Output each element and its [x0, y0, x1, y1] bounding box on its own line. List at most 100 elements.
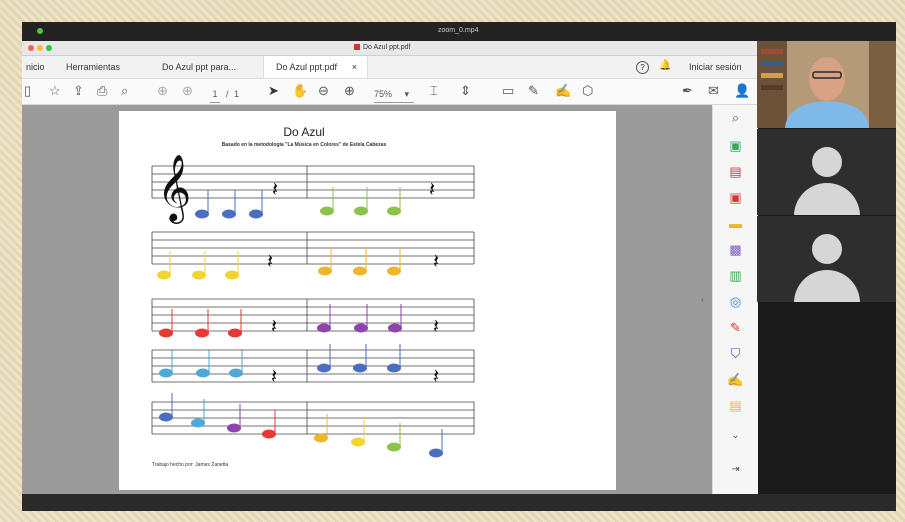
note-head: [317, 363, 331, 373]
select-arrow-icon[interactable]: ➤: [268, 83, 279, 99]
zoom-in-icon[interactable]: ⊕: [344, 83, 355, 99]
quarter-rest-icon: 𝄽: [429, 177, 435, 201]
page-number-input[interactable]: 1: [210, 86, 220, 103]
sign-icon[interactable]: ✒: [682, 83, 693, 99]
expand-chevron-icon[interactable]: ⌄: [713, 427, 758, 445]
chevron-down-icon: ▾: [404, 89, 410, 99]
note-head: [318, 266, 332, 276]
zoom-title: zoom_0.mp4: [438, 27, 479, 34]
comment-tool-icon[interactable]: ▬: [713, 215, 758, 233]
maximize-window-button[interactable]: [46, 45, 52, 51]
zoom-level-select[interactable]: 75% ▾: [374, 86, 414, 103]
window-title: Do Azul ppt.pdf: [354, 44, 410, 51]
help-icon[interactable]: ?: [636, 61, 649, 74]
page-total: 1: [234, 89, 240, 99]
tab-label: Do Azul ppt.pdf: [276, 62, 338, 72]
note-head: [159, 368, 173, 378]
note-head: [387, 363, 401, 373]
more-tools-icon[interactable]: ▤: [713, 397, 758, 415]
print-icon[interactable]: ⎙: [97, 83, 107, 99]
video-tile-participant-2[interactable]: [757, 216, 896, 302]
upload-icon[interactable]: ⇪: [73, 83, 84, 99]
note-head: [320, 206, 334, 216]
avatar-body: [794, 183, 860, 215]
quarter-rest-icon: 𝄽: [433, 314, 439, 338]
signature-icon[interactable]: ✍: [713, 371, 758, 389]
note-head: [354, 323, 368, 333]
page-icon[interactable]: ▯: [24, 83, 31, 99]
document-area[interactable]: Do Azul Basado en la metodología "La Mús…: [22, 105, 712, 494]
video-tile-presenter[interactable]: [757, 41, 896, 128]
page-separator: /: [226, 89, 229, 99]
note-head: [429, 448, 443, 458]
note-head: [195, 209, 209, 219]
document-footer: Trabajo hecho por: James Zanetta: [152, 462, 229, 468]
compress-icon[interactable]: ▥: [713, 267, 758, 285]
note-head: [195, 328, 209, 338]
avatar-icon: [812, 234, 842, 264]
panel-toggle-icon[interactable]: ‹: [701, 295, 704, 304]
quarter-rest-icon: 𝄽: [433, 249, 439, 273]
scroll-mode-icon[interactable]: ⇕: [460, 83, 471, 99]
search-icon[interactable]: ⌕: [121, 83, 128, 99]
note-head: [353, 363, 367, 373]
export-pdf-icon[interactable]: ▣: [713, 137, 758, 155]
zoom-frame: zoom_0.mp4 Do Azul ppt.pdf nicio Herrami…: [22, 22, 896, 511]
organize-pages-icon[interactable]: ▤: [713, 163, 758, 181]
note-head: [353, 266, 367, 276]
tab-herramientas[interactable]: Herramientas: [66, 56, 120, 78]
next-page-icon[interactable]: ⊕: [182, 83, 193, 99]
email-icon[interactable]: ✉: [708, 83, 719, 99]
highlight-pen-icon[interactable]: ✎: [528, 83, 539, 99]
hand-tool-icon[interactable]: ✋: [292, 83, 308, 99]
tab-do-azul-ppt-pdf[interactable]: Do Azul ppt.pdf ×: [263, 56, 368, 78]
prev-page-icon[interactable]: ⊕: [157, 83, 168, 99]
note-head: [225, 270, 239, 280]
tab-do-azul-ppt-para[interactable]: Do Azul ppt para...: [162, 56, 236, 78]
quarter-rest-icon: 𝄽: [271, 364, 277, 388]
close-window-button[interactable]: [28, 45, 34, 51]
signin-link[interactable]: Iniciar sesión: [689, 62, 742, 72]
edit-pdf-icon[interactable]: ✎: [713, 319, 758, 337]
presenter-video: [757, 41, 896, 128]
quarter-rest-icon: 𝄽: [433, 364, 439, 388]
zoom-bottom-bar: [22, 494, 896, 511]
note-head: [191, 418, 205, 428]
sheet-music: 𝄞 𝄽 𝄽 𝄽 𝄽 𝄽 𝄽 𝄽 𝄽: [151, 153, 475, 458]
note-head: [157, 270, 171, 280]
bell-icon[interactable]: 🔔: [659, 60, 671, 71]
close-tab-icon[interactable]: ×: [352, 56, 357, 78]
protect-icon[interactable]: ⛉: [713, 345, 758, 363]
note-head: [227, 423, 241, 433]
quarter-rest-icon: 𝄽: [271, 314, 277, 338]
note-head: [351, 437, 365, 447]
create-pdf-icon[interactable]: ▣: [713, 189, 758, 207]
avatar-body: [794, 270, 860, 302]
note-head: [159, 412, 173, 422]
draw-icon[interactable]: ✍: [555, 83, 571, 99]
minimize-window-button[interactable]: [37, 45, 43, 51]
note-head: [262, 429, 276, 439]
comment-icon[interactable]: ▭: [502, 83, 514, 99]
note-head: [317, 323, 331, 333]
note-head: [159, 328, 173, 338]
bookmark-star-icon[interactable]: ☆: [49, 83, 61, 99]
share-user-icon[interactable]: 👤: [734, 83, 750, 99]
record-indicator-icon: [37, 28, 43, 34]
zoom-out-icon[interactable]: ⊖: [318, 83, 329, 99]
avatar-icon: [812, 147, 842, 177]
note-head: [196, 368, 210, 378]
note-head: [249, 209, 263, 219]
scan-ocr-icon[interactable]: ◎: [713, 293, 758, 311]
note-head: [314, 433, 328, 443]
pdf-file-icon: [354, 44, 360, 50]
video-tile-participant-1[interactable]: [757, 129, 896, 215]
fill-sign-icon[interactable]: ▩: [713, 241, 758, 259]
note-head: [388, 323, 402, 333]
stamp-icon[interactable]: ⬡: [582, 83, 593, 99]
zoom-tool-icon[interactable]: ⌕: [713, 109, 758, 127]
tab-inicio[interactable]: nicio: [26, 56, 45, 78]
fit-page-icon[interactable]: ⌶: [430, 83, 438, 99]
note-head: [354, 206, 368, 216]
collapse-panel-icon[interactable]: ⇥: [713, 461, 758, 479]
